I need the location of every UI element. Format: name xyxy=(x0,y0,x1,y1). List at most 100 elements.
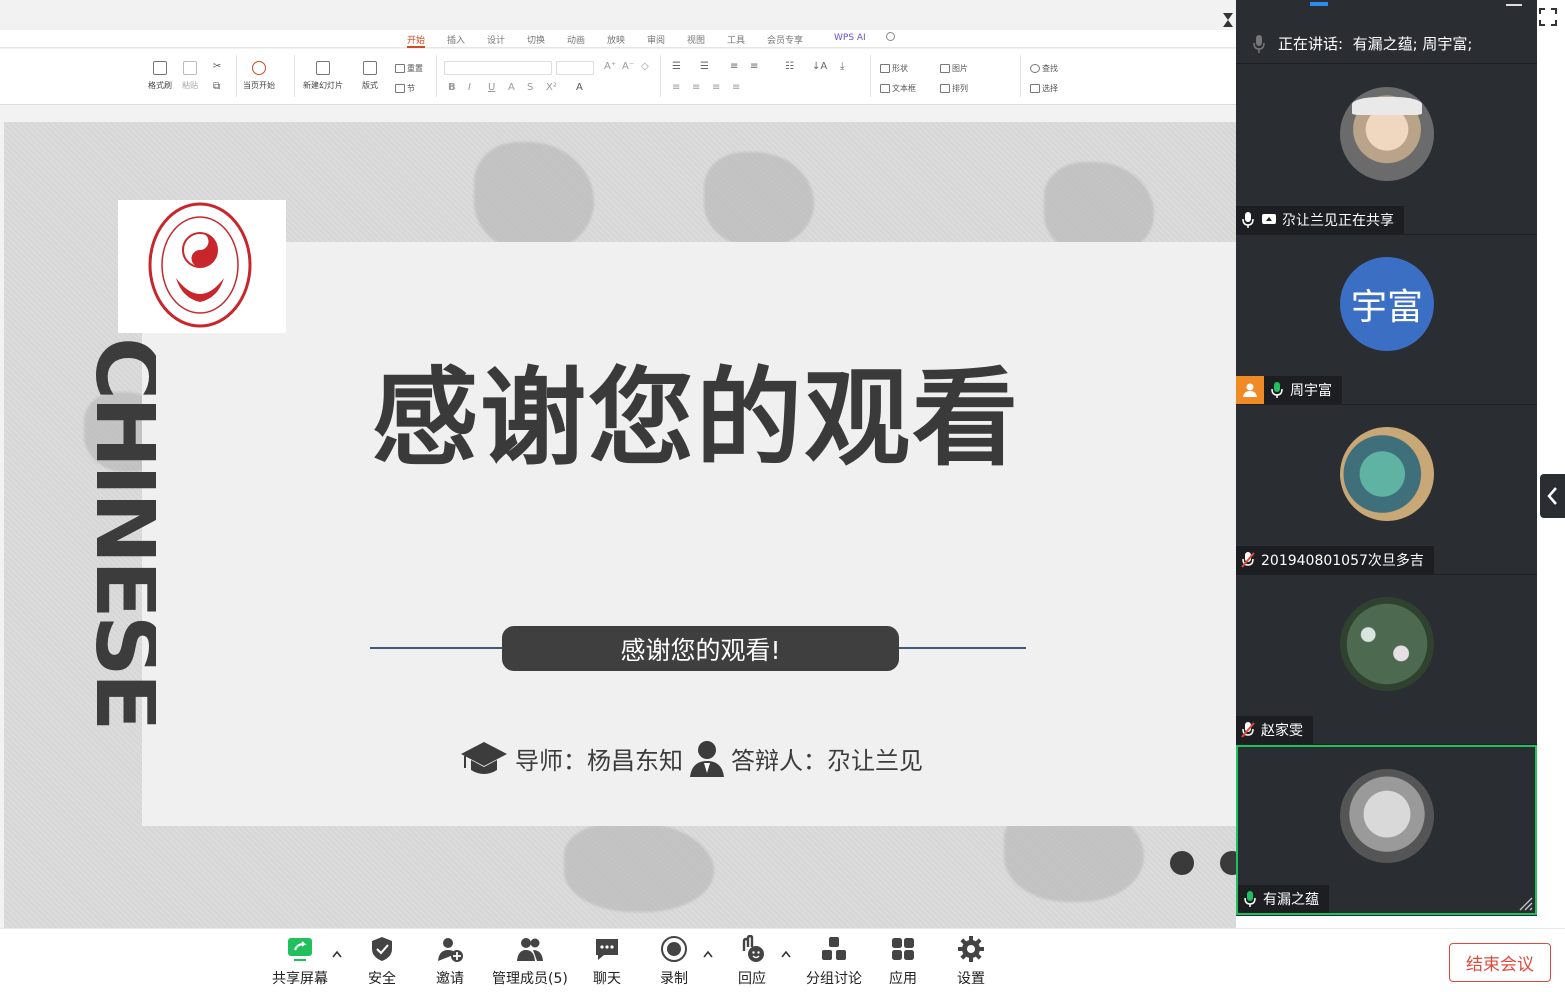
select-button[interactable]: 选择 xyxy=(1030,83,1058,94)
settings-button[interactable]: 设置 xyxy=(957,935,985,988)
vertical-chinese-text: CHINESE xyxy=(96,337,156,728)
chevron-up-icon[interactable] xyxy=(702,949,714,959)
tab-design[interactable]: 设计 xyxy=(487,33,505,46)
tab-slideshow[interactable]: 放映 xyxy=(607,33,625,46)
invite-button[interactable]: 邀请 xyxy=(436,935,464,988)
yin-yang-logo-icon xyxy=(148,202,252,328)
microphone-active-icon xyxy=(1271,382,1283,398)
reset-button[interactable]: 重置 xyxy=(395,63,423,74)
security-button[interactable]: 安全 xyxy=(368,935,396,988)
format-painter-button[interactable]: 格式刷 xyxy=(148,61,172,91)
tab-home[interactable]: 开始 xyxy=(407,33,426,48)
tab-view[interactable]: 视图 xyxy=(687,33,705,46)
tab-insert[interactable]: 插入 xyxy=(447,33,465,46)
search-icon[interactable] xyxy=(886,32,895,41)
participant-tile[interactable]: 宇富 周宇富 xyxy=(1236,235,1537,405)
participant-name-tag: 周宇富 xyxy=(1236,376,1342,404)
numbering-icon[interactable]: ☰ xyxy=(700,61,709,72)
clear-format-icon[interactable]: ◇ xyxy=(641,61,649,72)
play-current-button[interactable]: 当页开始 xyxy=(243,61,275,91)
speaking-indicator: 正在讲话: 有漏之蕴; 周宇富; xyxy=(1236,24,1537,64)
bold-icon[interactable]: B xyxy=(448,82,456,93)
align-left-icon[interactable]: ≡ xyxy=(672,82,680,93)
tab-review[interactable]: 审阅 xyxy=(647,33,665,46)
font-color-icon[interactable]: A xyxy=(576,82,583,93)
record-icon xyxy=(661,936,687,962)
font-family-select[interactable] xyxy=(444,61,552,75)
cut-icon[interactable]: ✂ xyxy=(213,61,221,72)
participant-tile[interactable]: 201940801057次旦多吉 xyxy=(1236,405,1537,575)
strikethrough-icon[interactable]: A xyxy=(508,82,515,93)
align-right-icon[interactable]: ≡ xyxy=(712,82,720,93)
participant-name-tag: 201940801057次旦多吉 xyxy=(1236,546,1434,574)
view-tab-indicator[interactable] xyxy=(1310,2,1328,6)
tab-tools[interactable]: 工具 xyxy=(727,33,745,46)
superscript-icon[interactable]: X² xyxy=(546,82,557,93)
copy-icon[interactable]: ⧉ xyxy=(213,81,220,92)
tab-wps-ai[interactable]: WPS AI xyxy=(834,33,866,43)
grow-font-icon[interactable]: A⁺ xyxy=(604,61,616,72)
divider xyxy=(436,55,437,97)
slide-credits: 导师：杨昌东知 答辩人：尕让兰见 xyxy=(459,736,923,780)
text-direction-icon[interactable]: ⤓ xyxy=(840,61,844,72)
chat-button[interactable]: 聊天 xyxy=(593,935,621,988)
fullscreen-icon[interactable] xyxy=(1539,8,1557,26)
hourglass-icon xyxy=(1223,13,1233,27)
new-slide-button[interactable]: 新建幻灯片 xyxy=(303,61,343,91)
end-meeting-button[interactable]: 结束会议 xyxy=(1449,943,1551,982)
participant-tile[interactable]: 赵家雯 xyxy=(1236,575,1537,745)
align-center-icon[interactable]: ≡ xyxy=(692,82,700,93)
microphone-muted-icon xyxy=(1241,552,1255,568)
host-icon xyxy=(1236,376,1264,404)
shadow-icon[interactable]: S xyxy=(527,82,533,93)
avatar xyxy=(1340,769,1434,863)
resize-grip-icon[interactable] xyxy=(1517,895,1533,911)
panel-top-bar xyxy=(1236,0,1537,8)
font-size-select[interactable] xyxy=(556,61,594,75)
avatar xyxy=(1340,87,1434,181)
tab-transition[interactable]: 切换 xyxy=(527,33,545,46)
shrink-font-icon[interactable]: A⁻ xyxy=(622,61,634,72)
underline-icon[interactable]: U xyxy=(488,82,495,93)
indent-icon[interactable]: ≡ xyxy=(730,61,738,72)
raise-hand-icon xyxy=(742,935,764,962)
apps-button[interactable]: 应用 xyxy=(889,935,917,988)
textbox-icon xyxy=(880,84,890,93)
reaction-button[interactable]: 回应 xyxy=(738,935,766,988)
chevron-up-icon[interactable] xyxy=(331,949,343,959)
share-screen-button[interactable]: 共享屏幕 xyxy=(272,935,328,988)
breakout-button[interactable]: 分组讨论 xyxy=(806,935,862,988)
shape-button[interactable]: 形状 xyxy=(880,63,908,74)
paste-button[interactable]: 粘贴 xyxy=(182,61,198,91)
layout-button[interactable]: 版式 xyxy=(362,61,378,91)
section-button[interactable]: 节 xyxy=(395,83,415,94)
manage-members-button[interactable]: 管理成员(5) xyxy=(492,935,568,988)
arrange-button[interactable]: 排列 xyxy=(940,83,968,94)
find-icon xyxy=(1030,64,1040,73)
minimize-icon[interactable] xyxy=(1506,4,1522,6)
image-button[interactable]: 图片 xyxy=(940,63,968,74)
italic-icon[interactable]: I xyxy=(468,82,471,93)
participant-tile-active[interactable]: 有漏之蕴 xyxy=(1236,745,1537,915)
tab-animation[interactable]: 动画 xyxy=(567,33,585,46)
outdent-icon[interactable]: ≡ xyxy=(750,61,758,72)
layout-icon xyxy=(363,61,377,75)
chevron-left-icon xyxy=(1547,487,1557,505)
tab-member[interactable]: 会员专享 xyxy=(767,33,803,46)
collapse-panel-button[interactable] xyxy=(1540,474,1565,518)
chat-icon xyxy=(596,939,618,960)
wps-tab-bar: 开始 插入 设计 切换 动画 放映 审阅 视图 工具 会员专享 WPS AI xyxy=(0,30,1236,48)
line-spacing-icon[interactable]: ☷ xyxy=(785,61,794,72)
microphone-active-icon xyxy=(1244,891,1256,907)
divider-line xyxy=(897,647,1026,649)
reset-icon xyxy=(395,64,405,73)
bullets-icon[interactable]: ☰ xyxy=(672,61,681,72)
sort-icon[interactable]: ↓A xyxy=(812,61,827,72)
participant-tile[interactable]: 尕让兰见正在共享 xyxy=(1236,65,1537,235)
justify-icon[interactable]: ≡ xyxy=(732,82,740,93)
slide-title: 感谢您的观看 xyxy=(372,357,1020,480)
find-button[interactable]: 查找 xyxy=(1030,63,1058,74)
chevron-up-icon[interactable] xyxy=(780,949,792,959)
record-button[interactable]: 录制 xyxy=(660,935,688,988)
textbox-button[interactable]: 文本框 xyxy=(880,83,916,94)
